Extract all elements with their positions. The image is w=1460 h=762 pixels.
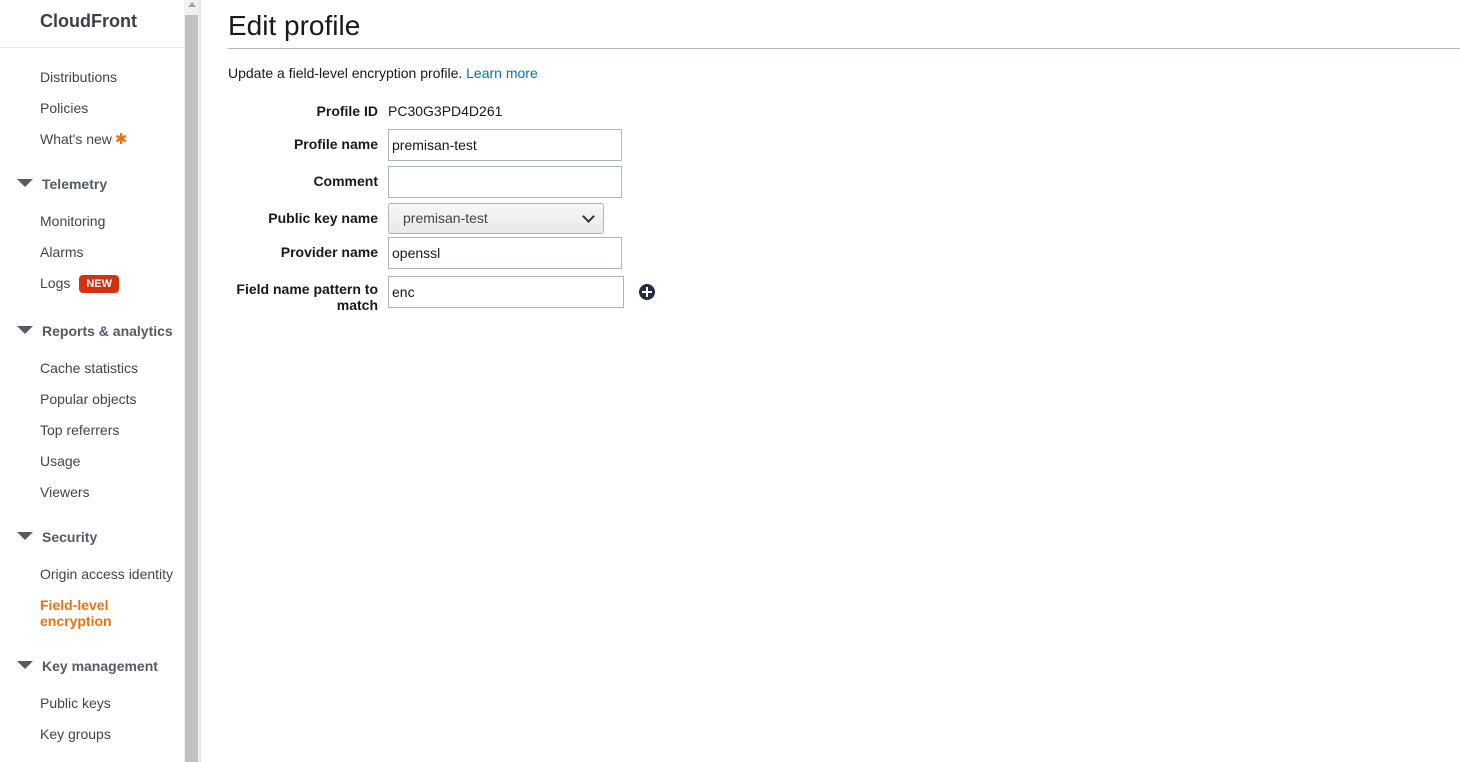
section-telemetry-label: Telemetry bbox=[42, 176, 108, 192]
sidebar-item-cache-statistics[interactable]: Cache statistics bbox=[40, 360, 138, 376]
public-key-name-label: Public key name bbox=[268, 210, 378, 226]
profile-name-label: Profile name bbox=[293, 136, 378, 152]
sidebar-item-key-groups[interactable]: Key groups bbox=[40, 726, 111, 742]
field-name-pattern-label-line2: match bbox=[336, 297, 378, 313]
brand-title[interactable]: CloudFront bbox=[40, 11, 137, 32]
field-name-pattern-label-line1: Field name pattern to bbox=[236, 281, 378, 297]
sidebar-scrollbar[interactable] bbox=[184, 0, 199, 762]
sidebar-item-usage[interactable]: Usage bbox=[40, 453, 80, 469]
new-star-icon: ✱ bbox=[114, 131, 128, 148]
brand-divider bbox=[0, 47, 184, 48]
public-key-selected-value: premisan-test bbox=[403, 210, 488, 226]
sidebar-item-viewers[interactable]: Viewers bbox=[40, 484, 90, 500]
page-description: Update a field-level encryption profile.… bbox=[228, 65, 538, 81]
field-name-pattern-label: Field name pattern to match bbox=[236, 281, 378, 313]
public-key-select[interactable]: premisan-test bbox=[388, 203, 604, 234]
sidebar: CloudFront Distributions Policies What's… bbox=[0, 0, 184, 762]
section-reports-analytics[interactable]: Reports & analytics bbox=[17, 323, 173, 339]
comment-input[interactable] bbox=[388, 166, 622, 198]
caret-down-icon bbox=[17, 179, 33, 188]
profile-id-label: Profile ID bbox=[316, 103, 378, 119]
section-key-management[interactable]: Key management bbox=[17, 658, 158, 674]
scroll-up-arrow-icon[interactable] bbox=[188, 2, 196, 7]
caret-down-icon bbox=[17, 326, 33, 335]
whats-new-label: What's new bbox=[40, 131, 112, 147]
profile-id-value: PC30G3PD4D261 bbox=[388, 103, 503, 119]
sidebar-item-policies[interactable]: Policies bbox=[40, 100, 88, 116]
learn-more-link[interactable]: Learn more bbox=[466, 65, 538, 81]
section-key-management-label: Key management bbox=[42, 658, 158, 674]
sidebar-item-top-referrers[interactable]: Top referrers bbox=[40, 422, 119, 438]
section-reports-label: Reports & analytics bbox=[42, 323, 173, 339]
sidebar-item-logs[interactable]: Logs NEW bbox=[40, 275, 120, 293]
caret-down-icon bbox=[17, 661, 33, 670]
plus-circle-icon[interactable] bbox=[639, 284, 655, 300]
sidebar-item-distributions[interactable]: Distributions bbox=[40, 69, 117, 85]
sidebar-item-field-level-encryption[interactable]: Field-level encryption bbox=[40, 597, 150, 629]
section-security[interactable]: Security bbox=[17, 529, 97, 545]
sidebar-item-alarms[interactable]: Alarms bbox=[40, 244, 84, 260]
scroll-thumb[interactable] bbox=[185, 15, 198, 762]
provider-name-label: Provider name bbox=[280, 244, 378, 260]
field-name-pattern-input[interactable]: enc bbox=[388, 276, 624, 308]
section-security-label: Security bbox=[42, 529, 98, 545]
profile-name-input[interactable]: premisan-test bbox=[388, 129, 622, 161]
sidebar-item-popular-objects[interactable]: Popular objects bbox=[40, 391, 137, 407]
comment-label: Comment bbox=[313, 173, 378, 189]
sidebar-item-origin-access-identity[interactable]: Origin access identity bbox=[40, 566, 173, 582]
title-divider bbox=[228, 48, 1460, 49]
logs-label: Logs bbox=[40, 275, 71, 291]
sidebar-divider bbox=[199, 0, 201, 762]
sidebar-item-monitoring[interactable]: Monitoring bbox=[40, 213, 105, 229]
page-title: Edit profile bbox=[228, 10, 361, 41]
sidebar-item-whats-new[interactable]: What's new ✱ bbox=[40, 131, 128, 148]
new-badge: NEW bbox=[79, 275, 120, 293]
caret-down-icon bbox=[17, 532, 33, 541]
section-telemetry[interactable]: Telemetry bbox=[17, 176, 107, 192]
chevron-down-icon bbox=[582, 210, 595, 223]
sidebar-item-public-keys[interactable]: Public keys bbox=[40, 695, 111, 711]
description-text: Update a field-level encryption profile. bbox=[228, 65, 463, 81]
provider-name-input[interactable]: openssl bbox=[388, 237, 622, 269]
